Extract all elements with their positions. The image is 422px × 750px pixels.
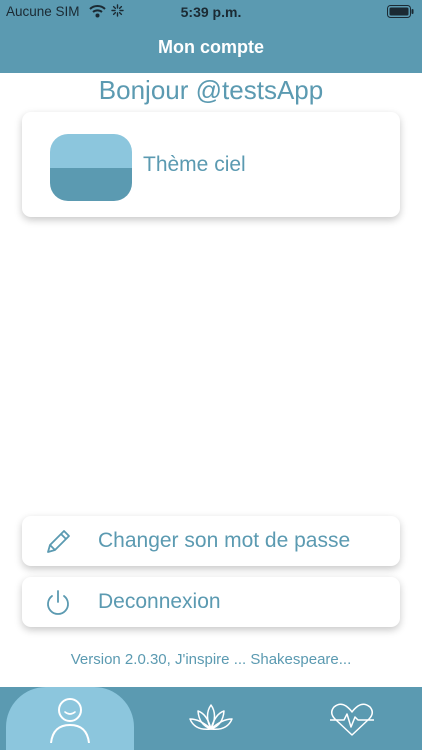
logout-button[interactable]: Deconnexion bbox=[22, 577, 400, 627]
tab-health[interactable] bbox=[288, 687, 416, 750]
change-password-button[interactable]: Changer son mot de passe bbox=[22, 516, 400, 566]
status-bar: Aucune SIM 5:39 p.m. bbox=[0, 0, 422, 24]
lotus-icon bbox=[189, 704, 233, 731]
status-time: 5:39 p.m. bbox=[180, 4, 242, 20]
tab-account[interactable] bbox=[6, 687, 134, 750]
user-icon bbox=[50, 698, 90, 743]
theme-label: Thème ciel bbox=[143, 153, 246, 176]
page-title: Mon compte bbox=[158, 37, 264, 57]
theme-card[interactable]: Thème ciel bbox=[22, 112, 400, 217]
theme-swatch bbox=[50, 134, 132, 201]
version-text: Version 2.0.30, J'inspire ... Shakespear… bbox=[70, 651, 352, 668]
top-bar: Aucune SIM 5:39 p.m. Mon compte bbox=[0, 0, 422, 73]
greeting-text: Bonjour @testsApp bbox=[98, 75, 324, 105]
battery-icon bbox=[387, 5, 414, 18]
logout-label: Deconnexion bbox=[98, 590, 221, 613]
heart-pulse-icon bbox=[330, 703, 374, 736]
pencil-icon bbox=[47, 530, 70, 553]
power-icon bbox=[47, 590, 69, 615]
theme-swatch-bottom bbox=[50, 167, 132, 201]
theme-swatch-top bbox=[50, 134, 132, 168]
tab-meditation[interactable] bbox=[150, 687, 272, 750]
change-password-label: Changer son mot de passe bbox=[98, 529, 351, 552]
tab-bar bbox=[0, 687, 422, 750]
